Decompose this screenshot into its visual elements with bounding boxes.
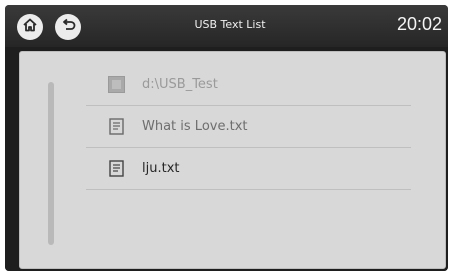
title-bar: USB Text List 20:02 bbox=[5, 5, 448, 47]
file-list-panel: d:\USB_Test What is Love.txt lju.txt bbox=[19, 51, 446, 269]
device-screen: USB Text List 20:02 d:\USB_Test What is … bbox=[5, 5, 448, 271]
back-arrow-icon bbox=[60, 17, 76, 37]
list-item-file[interactable]: What is Love.txt bbox=[86, 106, 411, 148]
back-button[interactable] bbox=[55, 14, 81, 40]
home-button[interactable] bbox=[17, 14, 43, 40]
list-item-folder[interactable]: d:\USB_Test bbox=[86, 64, 411, 106]
home-icon bbox=[22, 17, 38, 37]
list-item-label: What is Love.txt bbox=[142, 119, 248, 134]
list-item-label: lju.txt bbox=[142, 161, 180, 176]
scrollbar[interactable] bbox=[48, 82, 54, 245]
text-file-icon bbox=[108, 118, 125, 135]
clock: 20:02 bbox=[396, 14, 442, 34]
folder-icon bbox=[108, 76, 125, 93]
text-file-icon bbox=[108, 160, 125, 177]
list-item-label: d:\USB_Test bbox=[142, 77, 218, 92]
page-title: USB Text List bbox=[194, 18, 266, 31]
list-item-file[interactable]: lju.txt bbox=[86, 148, 411, 190]
